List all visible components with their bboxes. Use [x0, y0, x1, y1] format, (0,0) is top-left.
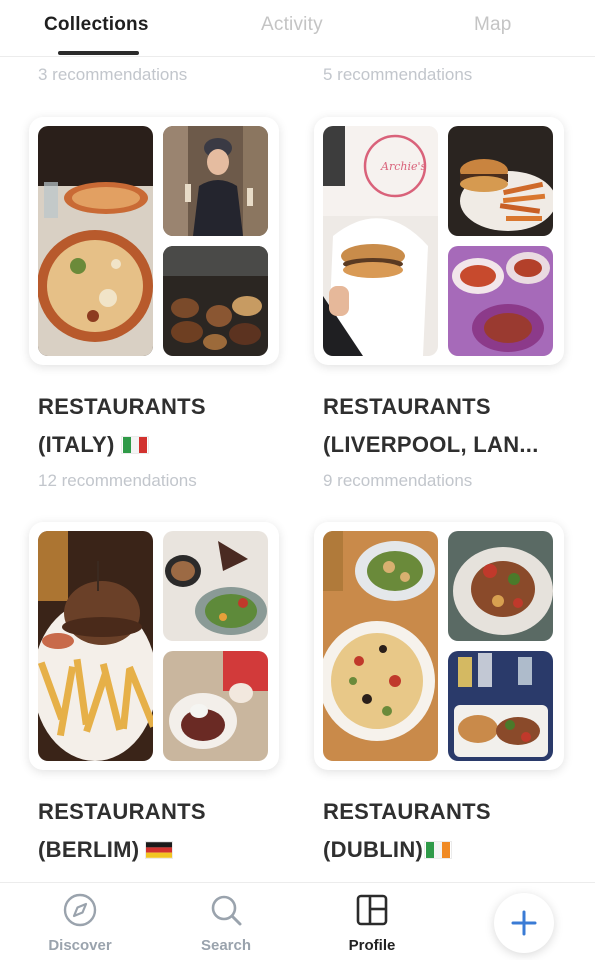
plus-icon	[511, 910, 537, 936]
collection-photo-burger-fries	[448, 126, 553, 236]
collection-photo-table	[448, 651, 553, 761]
collection-count-previous-right: 5 recommendations	[323, 65, 473, 84]
collections-grid[interactable]: 3 recommendations 5 recommendations REST…	[0, 57, 595, 882]
germany-flag-icon	[145, 841, 174, 859]
active-tab-indicator	[58, 51, 139, 55]
nav-discover[interactable]: Discover	[25, 883, 135, 960]
tab-activity[interactable]: Activity	[261, 14, 323, 36]
collection-photo-burger-wrap: Archie's	[323, 126, 438, 356]
collection-title-line2: (DUBLIN)	[323, 831, 453, 869]
collection-count-previous-left: 3 recommendations	[38, 65, 188, 84]
collection-title-line2: (LIVERPOOL, LAN...	[323, 432, 539, 457]
collection-photo-person	[163, 126, 268, 236]
collection-photo-burger-chips	[38, 531, 153, 761]
italy-flag-icon	[120, 436, 149, 454]
collection-title-text: (ITALY)	[38, 432, 115, 457]
top-tab-bar: Collections Activity Map	[0, 0, 595, 57]
collection-title-text: (DUBLIN)	[323, 837, 424, 862]
collection-count: 12 recommendations	[38, 471, 197, 490]
collection-card-dublin[interactable]	[314, 522, 564, 770]
collection-photo-bakery	[163, 246, 268, 356]
nav-profile[interactable]: Profile	[317, 883, 427, 960]
collection-title-line2: (BERLIM)	[38, 831, 174, 869]
ireland-flag-icon	[424, 841, 453, 859]
add-button[interactable]	[494, 893, 554, 953]
collection-card-italy[interactable]	[29, 117, 279, 365]
collection-photo-salad-plate	[448, 531, 553, 641]
nav-search[interactable]: Search	[171, 883, 281, 960]
collection-photo-pizza	[38, 126, 153, 356]
collection-card-berlim[interactable]	[29, 522, 279, 770]
collection-card-liverpool[interactable]: Archie's	[314, 117, 564, 365]
collection-photo-dessert	[163, 651, 268, 761]
collection-photo-plates	[448, 246, 553, 356]
collection-title-line2: (ITALY)	[38, 426, 149, 464]
collection-count: 9 recommendations	[323, 471, 473, 490]
collection-title-line1: RESTAURANTS	[323, 799, 491, 824]
collection-title-line1: RESTAURANTS	[38, 799, 206, 824]
search-icon	[211, 895, 242, 926]
nav-profile-label: Profile	[348, 937, 396, 954]
collection-title-line1: RESTAURANTS	[323, 394, 491, 419]
tab-map[interactable]: Map	[474, 14, 512, 36]
nav-search-label: Search	[200, 937, 252, 954]
collection-title-text: (BERLIM)	[38, 837, 140, 862]
svg-text:Archie's: Archie's	[380, 160, 426, 173]
collection-title-line1: RESTAURANTS	[38, 394, 206, 419]
tab-collections[interactable]: Collections	[44, 14, 149, 36]
layout-icon	[356, 894, 388, 926]
compass-icon	[63, 893, 97, 927]
collection-photo-flatbread	[323, 531, 438, 761]
nav-discover-label: Discover	[48, 937, 112, 954]
collection-photo-coffee-salad	[163, 531, 268, 641]
bottom-navigation-bar: Discover Search Profile	[0, 882, 595, 960]
